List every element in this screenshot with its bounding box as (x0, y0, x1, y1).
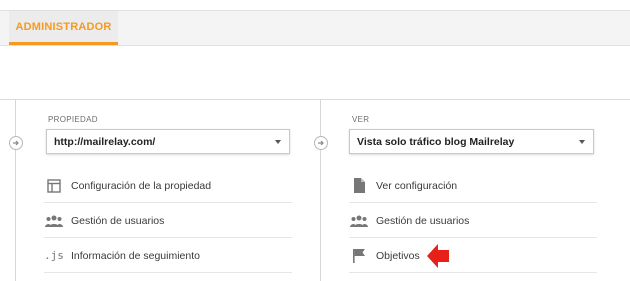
red-arrow-icon (427, 244, 449, 268)
users-icon (349, 213, 369, 229)
property-item-settings[interactable]: Configuración de la propiedad (44, 169, 292, 203)
view-rail-line (320, 100, 321, 281)
property-select[interactable]: http://mailrelay.com/ (46, 129, 290, 154)
view-item-settings[interactable]: Ver configuración (349, 169, 597, 203)
js-icon: .js (44, 249, 64, 262)
property-item-tracking[interactable]: .js Información de seguimiento (44, 239, 292, 273)
view-item-label: Gestión de usuarios (376, 214, 470, 227)
property-nav-arrow-icon[interactable] (9, 136, 23, 150)
property-item-label: Configuración de la propiedad (71, 179, 212, 192)
view-select-value: Vista solo tráfico blog Mailrelay (357, 135, 515, 148)
property-settings-icon (44, 178, 64, 194)
view-item-goals[interactable]: Objetivos (349, 239, 597, 273)
flag-icon (349, 248, 369, 264)
view-item-users[interactable]: Gestión de usuarios (349, 204, 597, 238)
document-icon (349, 178, 369, 194)
view-item-label: Objetivos (376, 249, 420, 262)
property-rail-line (15, 100, 16, 281)
property-item-users[interactable]: Gestión de usuarios (44, 204, 292, 238)
section-divider (0, 99, 630, 100)
property-select-value: http://mailrelay.com/ (54, 135, 156, 148)
chevron-down-icon (579, 140, 585, 144)
chevron-down-icon (275, 140, 281, 144)
view-column-label: VER (352, 115, 370, 124)
property-column-label: PROPIEDAD (48, 115, 98, 124)
view-item-label: Ver configuración (376, 179, 458, 192)
property-item-label: Información de seguimiento (71, 249, 200, 262)
tab-administrador[interactable]: ADMINISTRADOR (9, 11, 118, 45)
view-nav-arrow-icon[interactable] (314, 136, 328, 150)
property-item-label: Gestión de usuarios (71, 214, 165, 227)
admin-top-bar: ADMINISTRADOR (0, 10, 630, 46)
view-select[interactable]: Vista solo tráfico blog Mailrelay (349, 129, 594, 154)
users-icon (44, 213, 64, 229)
